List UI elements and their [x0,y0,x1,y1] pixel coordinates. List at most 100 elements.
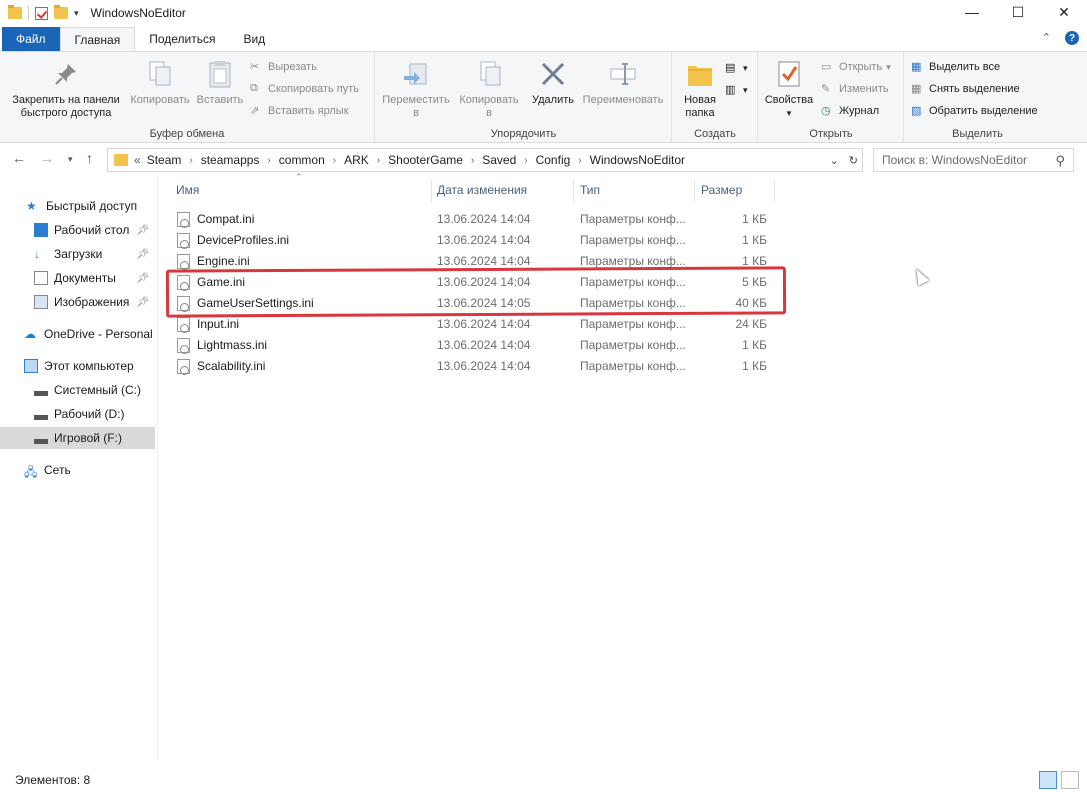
pin-icon[interactable]: 📌︎ [136,273,149,284]
help-icon[interactable]: ? [1065,31,1079,45]
breadcrumb-separator-icon[interactable]: › [524,155,527,166]
nav-documents[interactable]: Документы 📌︎ [0,267,155,289]
breadcrumb-item[interactable]: Steam [147,153,182,167]
create-group: Новая папка ▤ ▾ ▥ ▾ Создать [673,52,758,142]
open-label: Открыть [839,61,883,73]
column-header-size[interactable]: Размер [701,178,742,202]
paste-button[interactable]: Вставить [194,58,246,107]
nav-drive-f[interactable]: Игровой (F:) [0,427,155,449]
forward-arrow-icon[interactable]: → [40,150,54,166]
large-icons-view-icon[interactable] [1061,771,1079,789]
breadcrumb-item[interactable]: common [279,153,325,167]
cut-button[interactable]: ✂ Вырезать [250,57,317,77]
column-header-name[interactable]: Имя [176,178,199,202]
pin-icon[interactable]: 📌︎ [136,249,149,260]
invert-selection-button[interactable]: ▧ Обратить выделение [911,101,1038,121]
nav-drive-c[interactable]: Системный (C:) [0,379,155,401]
nav-network[interactable]: 🖧︎ Сеть [0,459,155,481]
file-size: 1 КБ [742,233,767,247]
nav-pictures[interactable]: Изображения 📌︎ [0,291,155,313]
column-divider[interactable] [694,180,695,202]
copy-to-button[interactable]: Копировать в [454,58,524,120]
move-to-button[interactable]: Переместить в [380,58,452,120]
properties-button[interactable]: Свойства ▾ [761,58,817,120]
pane-splitter[interactable] [157,175,158,760]
breadcrumb-separator-icon[interactable]: › [267,155,270,166]
close-button[interactable]: ✕ [1041,0,1087,24]
column-divider[interactable] [774,180,775,202]
file-size: 24 КБ [735,317,767,331]
file-type: Параметры конф... [580,212,686,226]
paste-shortcut-button[interactable]: ⇗ Вставить ярлык [250,101,349,121]
breadcrumb-separator-icon[interactable]: › [471,155,474,166]
nav-quick-access[interactable]: ★ Быстрый доступ [0,195,155,217]
open-icon: ▭ [821,61,832,73]
up-arrow-icon[interactable]: ↑ [86,150,93,166]
history-button[interactable]: ◷ Журнал [821,101,879,121]
nav-label: Документы [54,271,116,285]
select-none-button[interactable]: ▦ Снять выделение [911,79,1020,99]
recent-locations-icon[interactable]: ▾ [68,154,73,165]
search-input[interactable]: Поиск в: WindowsNoEditor ⚲ [873,148,1074,172]
open-button[interactable]: ▭ Открыть ▾ [821,57,891,77]
file-name: Scalability.ini [197,359,266,373]
new-folder-button[interactable]: Новая папка [677,58,723,120]
organize-group-label: Упорядочить [490,128,557,140]
column-divider[interactable] [573,180,574,202]
new-folder-icon[interactable] [54,5,68,19]
breadcrumb-item[interactable]: Config [536,153,571,167]
nav-this-pc[interactable]: Этот компьютер [0,355,155,377]
tab-file[interactable]: Файл [2,27,60,51]
cut-label: Вырезать [268,61,317,73]
details-view-icon[interactable] [1039,771,1057,789]
breadcrumb-item[interactable]: Saved [482,153,516,167]
properties-icon[interactable] [35,6,48,20]
pin-icon[interactable]: 📌︎ [136,297,149,308]
new-item-button[interactable]: ▤ ▾ [725,58,748,78]
breadcrumb-separator-icon[interactable]: › [578,155,581,166]
file-name: Engine.ini [197,254,250,268]
breadcrumb-separator-icon[interactable]: › [377,155,380,166]
rename-button[interactable]: Переименовать [578,58,668,107]
nav-onedrive[interactable]: ☁ OneDrive - Personal [0,323,155,345]
breadcrumb-item[interactable]: steamapps [201,153,260,167]
nav-drive-d[interactable]: Рабочий (D:) [0,403,155,425]
column-divider[interactable] [431,180,432,202]
nav-label: Игровой (F:) [54,431,122,445]
address-dropdown-icon[interactable]: ⌄ [830,154,839,167]
breadcrumb-overflow[interactable]: « [134,153,141,167]
easy-access-button[interactable]: ▥ ▾ [725,80,748,100]
pin-icon[interactable]: 📌︎ [136,225,149,236]
copy-path-button[interactable]: ⧉ Скопировать путь [250,79,359,99]
pin-to-quick-access-button[interactable]: Закрепить на панели быстрого доступа [6,58,126,120]
edit-button[interactable]: ✎ Изменить [821,79,889,99]
maximize-button[interactable]: ☐ [995,0,1041,24]
breadcrumb-item[interactable]: ARK [344,153,369,167]
column-header-type[interactable]: Тип [580,178,600,202]
address-bar[interactable]: « Steam › steamapps › common › ARK › Shooter… [107,148,863,172]
file-row[interactable]: DeviceProfiles.ini 13.06.2024 14:04 Пара… [170,230,770,251]
file-row[interactable]: Scalability.ini 13.06.2024 14:04 Парамет… [170,356,770,377]
delete-button[interactable]: Удалить [528,58,578,107]
tab-home[interactable]: Главная [59,27,136,51]
breadcrumb-item[interactable]: ShooterGame [388,153,463,167]
tab-view[interactable]: Вид [229,27,279,51]
breadcrumb-item[interactable]: WindowsNoEditor [590,153,685,167]
nav-desktop[interactable]: Рабочий стол 📌︎ [0,219,155,241]
refresh-icon[interactable]: ↻ [849,154,858,167]
select-all-button[interactable]: ▦ Выделить все [911,57,1000,77]
file-row[interactable]: Lightmass.ini 13.06.2024 14:04 Параметры… [170,335,770,356]
breadcrumb-separator-icon[interactable]: › [189,155,192,166]
copy-button[interactable]: Копировать [127,58,193,107]
nav-downloads[interactable]: ↓ Загрузки 📌︎ [0,243,155,265]
move-to-label-line1: Переместить [382,94,450,106]
collapse-ribbon-icon[interactable]: ⌃ [1042,31,1051,45]
breadcrumb-separator-icon[interactable]: › [333,155,336,166]
back-arrow-icon[interactable]: ← [12,150,26,166]
column-header-date[interactable]: Дата изменения [437,178,527,202]
file-row[interactable]: Input.ini 13.06.2024 14:04 Параметры кон… [170,314,770,335]
file-row[interactable]: Compat.ini 13.06.2024 14:04 Параметры ко… [170,209,770,230]
customize-toolbar-icon[interactable]: ▾ [74,8,79,19]
minimize-button[interactable]: — [949,0,995,24]
tab-share[interactable]: Поделиться [135,27,229,51]
